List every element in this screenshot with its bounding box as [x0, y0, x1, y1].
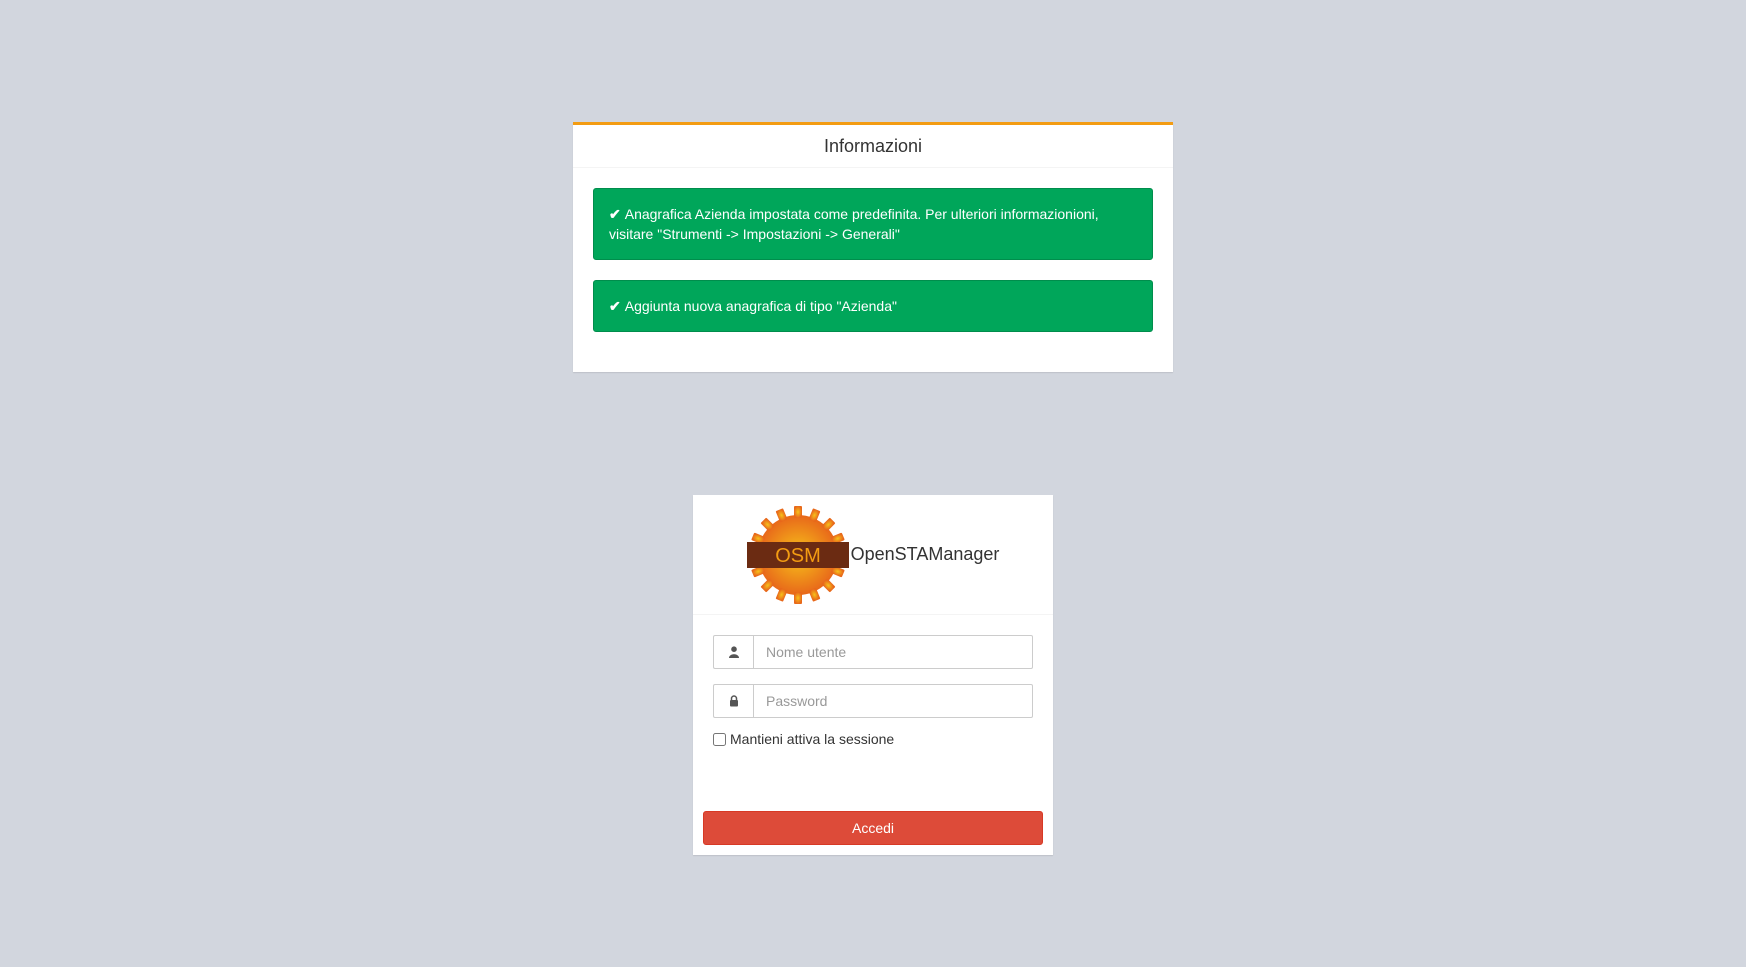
- check-icon: ✔: [609, 298, 621, 314]
- remember-checkbox[interactable]: [713, 732, 726, 746]
- user-icon: [713, 635, 753, 669]
- info-title: Informazioni: [573, 125, 1173, 168]
- login-form: Mantieni attiva la sessione: [693, 615, 1053, 757]
- alert-success: ✔ Anagrafica Azienda impostata come prede…: [593, 188, 1153, 260]
- username-input[interactable]: [753, 635, 1033, 669]
- password-group: [713, 684, 1033, 718]
- login-box: OSM OpenSTAManager Mantieni attiva la se…: [693, 485, 1053, 855]
- info-body: ✔ Anagrafica Azienda impostata come prede…: [573, 168, 1173, 372]
- username-group: [713, 635, 1033, 669]
- alert-text: Aggiunta nuova anagrafica di tipo "Azien…: [624, 298, 897, 314]
- alert-success: ✔ Aggiunta nuova anagrafica di tipo "Azie…: [593, 280, 1153, 332]
- logo-text: OSM: [775, 545, 821, 567]
- remember-session[interactable]: Mantieni attiva la sessione: [713, 731, 1033, 747]
- check-icon: ✔: [609, 206, 621, 222]
- lock-icon: [713, 684, 753, 718]
- osm-logo: OSM: [728, 485, 867, 624]
- info-box: Informazioni ✔ Anagrafica Azienda imposta…: [573, 122, 1173, 372]
- login-header: OSM OpenSTAManager: [693, 485, 1053, 624]
- password-input[interactable]: [753, 684, 1033, 718]
- login-button[interactable]: Accedi: [703, 811, 1043, 845]
- remember-label: Mantieni attiva la sessione: [730, 731, 895, 747]
- brand-name: OpenSTAManager: [850, 544, 1000, 564]
- alert-text: Anagrafica Azienda impostata come predef…: [609, 206, 1099, 242]
